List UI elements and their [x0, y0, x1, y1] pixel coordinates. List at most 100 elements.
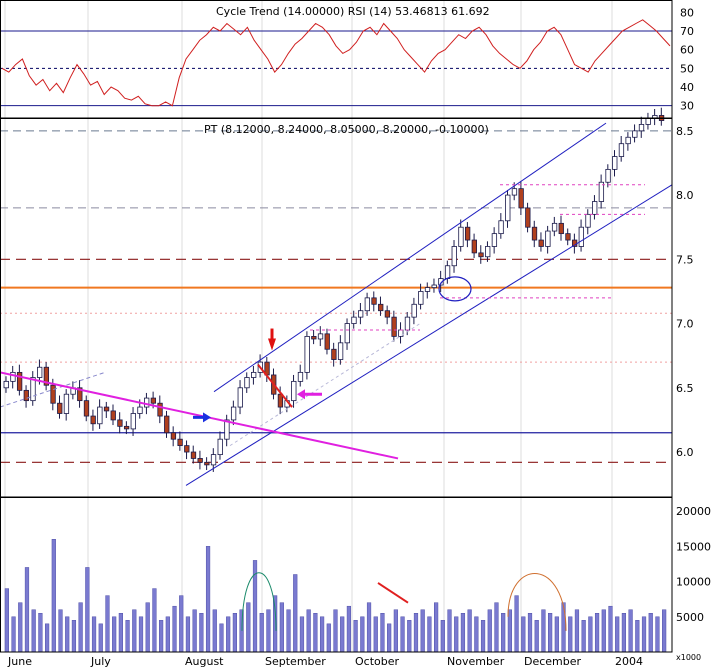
volume-bar	[212, 609, 217, 653]
volume-bar	[380, 613, 385, 653]
price-tick-label: 7.0	[676, 318, 694, 331]
candle-down	[478, 252, 484, 258]
candle-up	[237, 387, 243, 408]
volume-bar	[306, 609, 311, 653]
volume-bar	[427, 616, 432, 653]
price-title: PT (8.12000, 8.24000, 8.05000, 8.20000, …	[204, 123, 489, 136]
volume-bar	[205, 546, 211, 653]
candle-down	[16, 371, 23, 391]
candle-down	[190, 451, 197, 459]
pullback-line	[257, 364, 293, 408]
candle-down	[371, 297, 377, 305]
candle-down	[324, 333, 330, 350]
volume-bar	[279, 602, 284, 653]
candle-down	[90, 415, 96, 425]
candle-down	[177, 438, 183, 447]
candle-up	[137, 406, 143, 414]
volume-bar	[541, 609, 546, 653]
oscillator-title: Cycle Trend (14.00000) RSI (14) 53.46813…	[216, 5, 490, 18]
volume-bar	[501, 613, 506, 653]
candle-up	[358, 310, 364, 318]
volume-bar	[91, 616, 97, 653]
volume-bar	[648, 613, 653, 653]
volume-bar	[152, 588, 157, 653]
x-tick-label: 2004	[615, 655, 643, 667]
candle-down	[50, 384, 56, 404]
volume-bar	[628, 609, 633, 653]
candle-down	[110, 410, 116, 421]
volume-bar	[132, 609, 137, 653]
volume-bar	[185, 616, 191, 653]
oscillator-panel: Cycle Trend (14.00000) RSI (14) 53.46813…	[0, 5, 672, 107]
volume-panel	[4, 539, 667, 653]
volume-bar	[159, 620, 164, 653]
magenta-left-arrow	[297, 389, 305, 400]
volume-bar	[18, 602, 23, 653]
candle-down	[157, 402, 163, 417]
candle-up	[404, 316, 411, 331]
candle-up	[297, 371, 304, 382]
candle-down	[531, 226, 538, 241]
candle-down	[558, 222, 564, 235]
x-tick-label: June	[7, 655, 32, 667]
candle-up	[491, 233, 498, 247]
volume-bar	[366, 602, 372, 653]
price-panel: PT (8.12000, 8.24000, 8.05000, 8.20000, …	[0, 107, 673, 486]
candle-down	[378, 303, 384, 312]
candle-up	[578, 226, 584, 247]
volume-decline-line	[377, 582, 409, 604]
volume-bar	[662, 609, 667, 653]
volume-bar	[460, 613, 466, 653]
candle-up	[451, 246, 457, 267]
volume-bar	[393, 609, 398, 653]
price-tick-label: 8.0	[676, 189, 694, 202]
candle-up	[592, 201, 598, 215]
grid-layer	[4, 0, 613, 652]
candle-up	[351, 316, 357, 324]
candle-down	[170, 432, 177, 440]
price-tick-label: 8.5	[676, 125, 694, 138]
blue-right-arrow	[203, 412, 211, 423]
volume-bar	[38, 613, 43, 653]
candle-down	[565, 233, 571, 241]
volume-bar	[246, 602, 251, 653]
volume-bar	[407, 620, 412, 653]
frame-layer	[0, 0, 673, 653]
volume-bar	[266, 609, 271, 653]
candle-up	[585, 213, 591, 228]
candle-up	[10, 371, 16, 382]
candle-down	[464, 226, 471, 241]
volume-bar	[568, 616, 573, 653]
candle-up	[605, 168, 611, 183]
candle-up	[411, 303, 417, 318]
panel-frame	[0, 0, 673, 119]
volume-bar	[44, 623, 50, 653]
candle-down	[57, 402, 63, 414]
chart-canvas: Cycle Trend (14.00000) RSI (14) 53.46813…	[0, 0, 711, 668]
volume-bar	[353, 620, 358, 653]
candle-down	[150, 397, 157, 404]
candle-up	[364, 297, 370, 312]
candle-up	[424, 287, 431, 292]
volume-bar	[85, 567, 90, 653]
volume-bar	[454, 616, 459, 653]
volume-bar	[293, 574, 298, 653]
candle-down	[117, 419, 123, 427]
volume-tick-label: 15000	[676, 540, 711, 553]
candle-up	[337, 342, 344, 360]
volume-bar	[24, 567, 30, 653]
candle-down	[518, 188, 524, 209]
candle-up	[505, 194, 511, 222]
candle-up	[612, 156, 618, 170]
channel-lower-line	[185, 184, 673, 486]
candle-up	[210, 454, 217, 466]
candle-up	[545, 230, 551, 247]
oscillator-tick-label: 50	[680, 62, 694, 75]
volume-bar	[172, 605, 177, 653]
volume-tick-label: 5000	[676, 611, 704, 624]
volume-bar	[165, 616, 170, 653]
candle-down	[103, 406, 110, 412]
x-tick-label: December	[524, 655, 582, 667]
volume-bar	[226, 616, 231, 653]
candle-down	[184, 445, 190, 453]
